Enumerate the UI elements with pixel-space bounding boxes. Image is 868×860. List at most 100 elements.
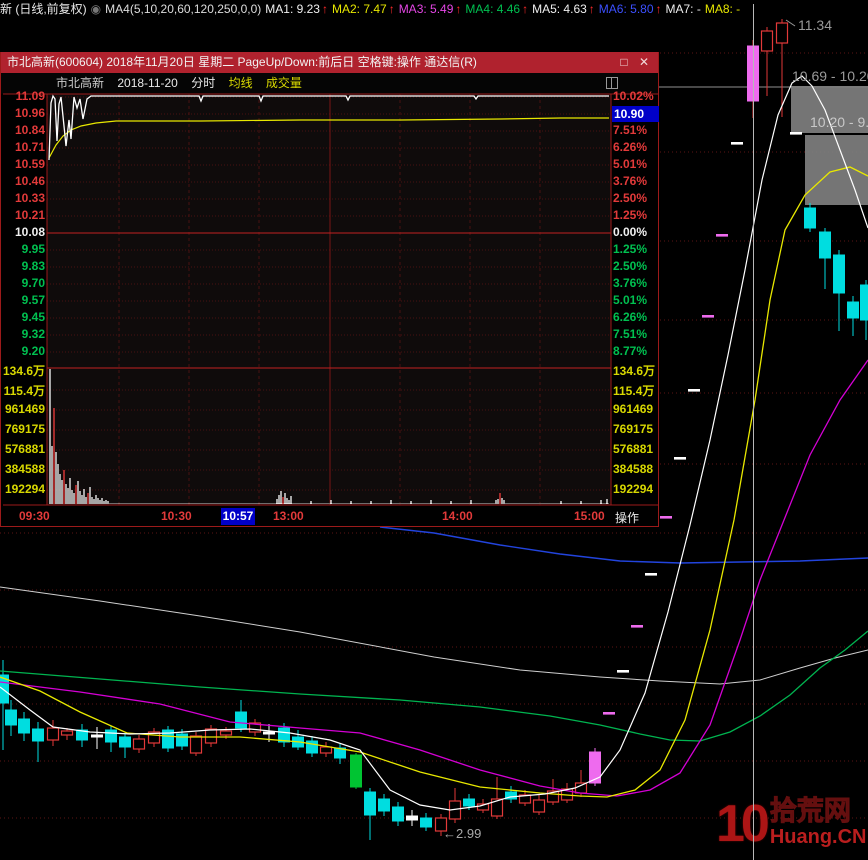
daily-candle	[62, 731, 73, 735]
daily-candle	[861, 285, 868, 320]
daily-candle	[120, 737, 131, 747]
price-axis-label: 10.21	[1, 208, 45, 222]
percent-axis-label: 6.26%	[613, 140, 659, 154]
daily-candle	[834, 255, 845, 293]
watermark-number: 10	[716, 796, 766, 852]
volume-axis-label: 961469	[1, 402, 45, 416]
action-menu-button[interactable]: 操作	[615, 509, 639, 526]
low-price-annotation: ←2.99	[443, 826, 481, 841]
daily-candle	[264, 732, 275, 734]
ma-value-6: MA6: 5.80	[599, 2, 654, 16]
ma250-line	[0, 587, 868, 684]
daily-candle	[848, 302, 859, 318]
price-axis-label: 9.32	[1, 327, 45, 341]
price-axis-label: 11.09	[1, 89, 45, 103]
daily-candle	[464, 799, 475, 806]
volume-axis-label: 192294	[613, 482, 659, 496]
up-arrow-icon: ↑	[656, 2, 662, 16]
daily-candle	[92, 735, 103, 737]
percent-axis-label: 5.01%	[613, 157, 659, 171]
daily-candle	[206, 729, 217, 743]
percent-axis-label: 2.50%	[613, 259, 659, 273]
volume-axis-label: 384588	[1, 462, 45, 476]
daily-candle	[6, 710, 17, 725]
price-axis-label: 9.20	[1, 344, 45, 358]
stock-period-label: 新 (日线,前复权)	[0, 2, 87, 16]
time-tick-label: 09:30	[19, 509, 50, 523]
daily-candle	[48, 728, 59, 740]
daily-candle	[221, 731, 232, 735]
link-icon[interactable]: ◉	[91, 2, 101, 16]
limit-up-dash-candle	[603, 712, 615, 715]
price-axis-label: 10.71	[1, 140, 45, 154]
percent-axis-label: 6.26%	[613, 310, 659, 324]
price-axis-label: 10.08	[1, 225, 45, 239]
daily-candle	[365, 792, 376, 815]
app-window: { "top_bar": { "name_label": "新 (日线,前复权)…	[0, 0, 868, 860]
limit-up-dash-candle	[660, 516, 672, 519]
limit-up-dash-candle	[790, 132, 802, 135]
time-cursor-badge: 10:57	[221, 508, 255, 525]
volume-axis-label: 134.6万	[613, 362, 659, 379]
indicator-formula-label[interactable]: MA4(5,10,20,60,120,250,0,0)	[105, 2, 261, 16]
daily-candle	[379, 799, 390, 811]
daily-candle	[351, 755, 362, 787]
volume-axis-label: 769175	[1, 422, 45, 436]
daily-candle	[820, 232, 831, 258]
price-axis-label: 9.83	[1, 259, 45, 273]
price-axis-label: 9.95	[1, 242, 45, 256]
daily-candle	[762, 31, 773, 51]
ma-value-5: MA5: 4.63	[532, 2, 587, 16]
time-tick-label: 13:00	[273, 509, 304, 523]
price-axis-label: 10.84	[1, 123, 45, 137]
volume-axis-label: 115.4万	[613, 382, 659, 399]
percent-axis-label: 5.01%	[613, 293, 659, 307]
daily-candle	[421, 818, 432, 827]
volume-axis-label: 961469	[613, 402, 659, 416]
watermark-site-name: 拾荒网	[770, 796, 867, 826]
gap2-label: 10.20 - 9.4	[810, 114, 868, 130]
percent-axis-label: 1.25%	[613, 242, 659, 256]
volume-axis-label: 576881	[613, 442, 659, 456]
percent-axis-label: 10.02%	[613, 89, 659, 103]
daily-candle	[407, 816, 418, 820]
limit-up-dash-candle	[645, 573, 657, 576]
percent-axis-label: 1.25%	[613, 208, 659, 222]
volume-axis-label: 769175	[613, 422, 659, 436]
percent-axis-label: 3.76%	[613, 174, 659, 188]
price-axis-label: 10.59	[1, 157, 45, 171]
limit-up-dash-candle	[702, 315, 714, 318]
daily-candle	[134, 739, 145, 749]
ma-value-7: MA7: -	[666, 2, 701, 16]
site-watermark: 10 拾荒网 Huang.CN	[716, 796, 867, 852]
up-arrow-icon: ↑	[589, 2, 595, 16]
daily-candle	[19, 719, 30, 733]
price-axis-label: 10.33	[1, 191, 45, 205]
volume-axis-label: 192294	[1, 482, 45, 496]
intraday-popup-window[interactable]: 市北高新(600604) 2018年11月20日 星期二 PageUp/Down…	[0, 52, 659, 527]
price-axis-label: 9.45	[1, 310, 45, 324]
limit-up-dash-candle	[674, 457, 686, 460]
daily-candle	[393, 807, 404, 821]
price-axis-label: 9.70	[1, 276, 45, 290]
gap1-label: 10.69 - 10.20	[792, 68, 868, 84]
volume-axis-label: 576881	[1, 442, 45, 456]
ma-value-2: MA2: 7.47	[332, 2, 387, 16]
percent-axis-label: 7.51%	[613, 327, 659, 341]
daily-candle	[321, 747, 332, 753]
limit-up-dash-candle	[731, 142, 743, 145]
volume-axis-label: 134.6万	[1, 362, 45, 379]
up-arrow-icon: ↑	[389, 2, 395, 16]
limit-up-dash-candle	[688, 389, 700, 392]
cursor-price-badge: 10.90	[612, 106, 659, 122]
percent-axis-label: 0.00%	[613, 225, 659, 239]
daily-candle	[534, 800, 545, 812]
up-arrow-icon: ↑	[522, 2, 528, 16]
daily-candle	[805, 208, 816, 228]
daily-candle	[236, 712, 247, 728]
percent-axis-label: 7.51%	[613, 123, 659, 137]
percent-axis-label: 8.77%	[613, 344, 659, 358]
minute-chart-canvas[interactable]	[1, 52, 660, 527]
limit-up-dash-candle	[716, 234, 728, 237]
limit-up-dash-candle	[631, 625, 643, 628]
